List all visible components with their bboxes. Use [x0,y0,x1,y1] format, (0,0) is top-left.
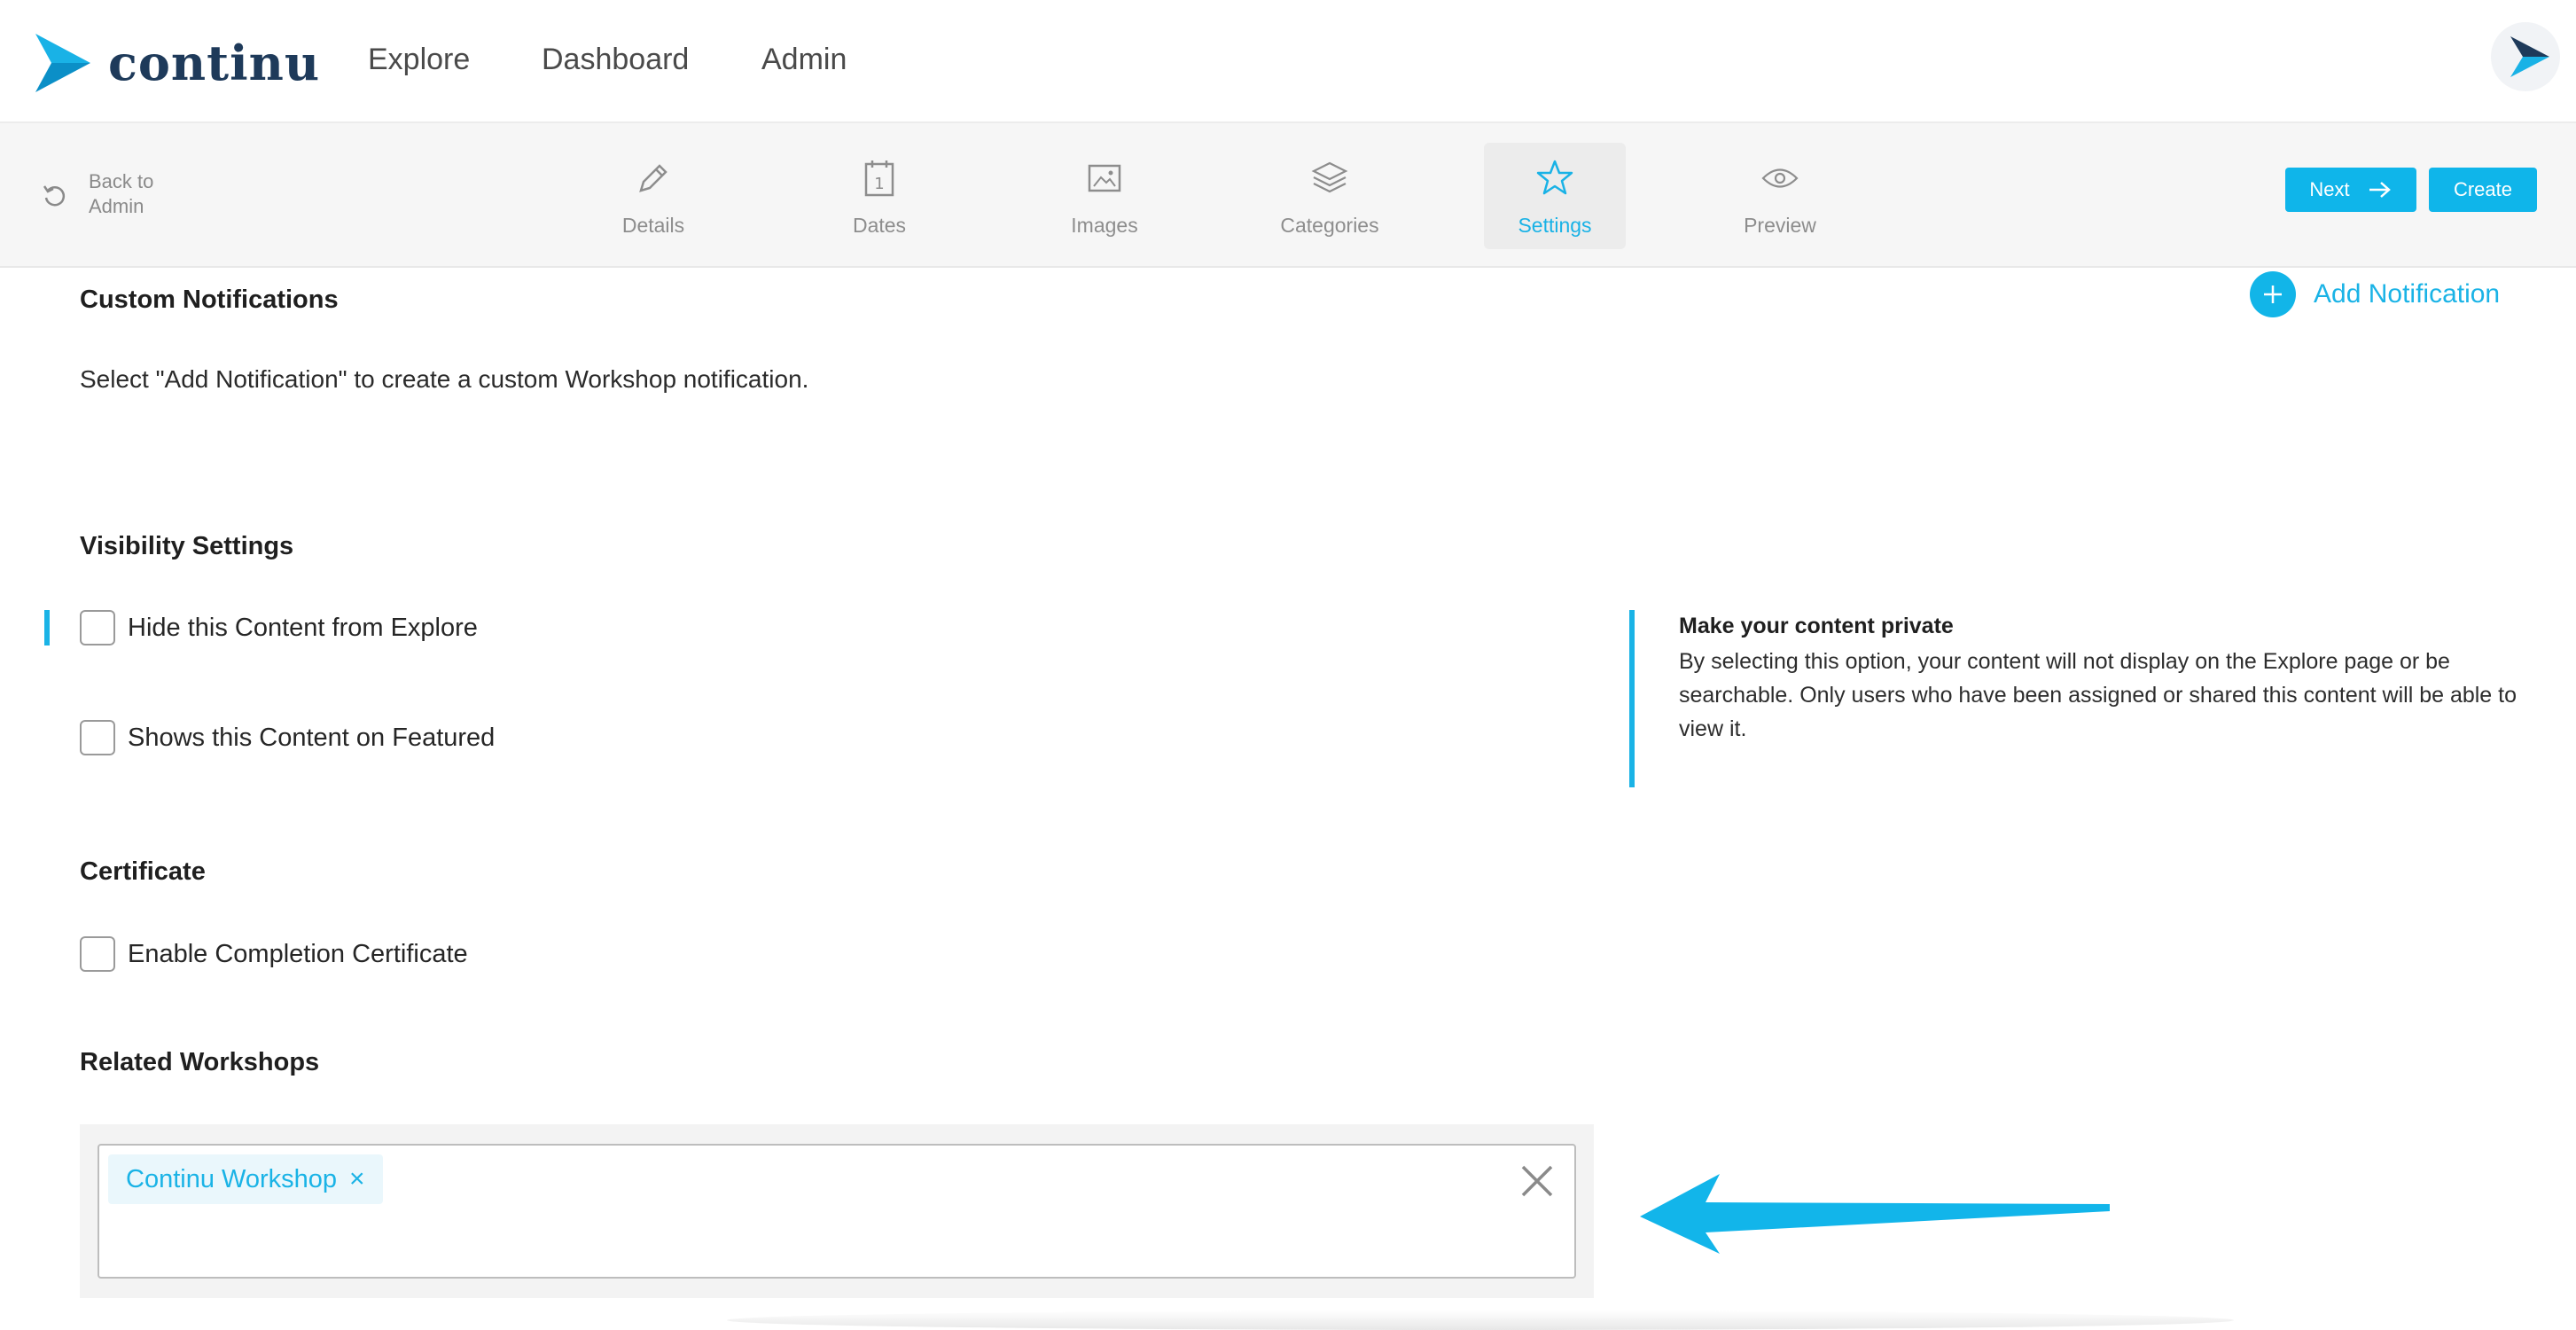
visibility-settings-heading: Visibility Settings [80,532,294,560]
step-dates-label: Dates [852,214,907,237]
top-navigation: continu Explore Dashboard Admin [0,0,2576,123]
user-avatar[interactable] [2491,22,2560,91]
image-icon [1088,164,1121,192]
bottom-shadow [727,1310,2234,1330]
step-bar: Back to Admin Details 1 Dates Images Cat… [0,123,2576,268]
create-button[interactable]: Create [2429,168,2537,212]
calendar-icon: 1 [864,160,894,197]
back-to-admin-label: Back to Admin [89,170,154,217]
hide-from-explore-option[interactable]: Hide this Content from Explore [80,610,478,645]
step-categories[interactable]: Categories [1259,143,1401,249]
private-content-info: Make your content private By selecting t… [1629,610,2525,787]
nav-link-explore[interactable]: Explore [368,43,470,77]
step-details[interactable]: Details [582,143,724,249]
show-on-featured-checkbox[interactable] [80,720,115,755]
notifications-helper-text: Select "Add Notification" to create a cu… [80,365,809,393]
next-button-label: Next [2309,178,2350,200]
focus-indicator [44,610,50,645]
completion-certificate-option[interactable]: Enable Completion Certificate [80,936,468,972]
step-categories-label: Categories [1280,214,1379,237]
step-preview[interactable]: Preview [1709,143,1851,249]
info-text: By selecting this option, your content w… [1679,649,2517,741]
clear-selection-icon[interactable] [1518,1162,1557,1201]
step-preview-label: Preview [1744,214,1816,237]
brand-logo[interactable]: continu [35,34,320,92]
continu-logo-icon [35,34,90,92]
selected-workshop-tag: Continu Workshop × [108,1154,383,1204]
plus-icon [2250,271,2296,317]
step-images[interactable]: Images [1034,143,1175,249]
star-icon [1536,160,1573,195]
add-notification-label: Add Notification [2314,279,2501,309]
step-dates[interactable]: 1 Dates [808,143,950,249]
certificate-heading: Certificate [80,857,206,886]
eye-icon [1761,168,1799,188]
nav-link-dashboard[interactable]: Dashboard [542,43,689,77]
custom-notifications-heading: Custom Notifications [80,286,339,314]
info-title: Make your content private [1679,614,1954,638]
related-workshops-container: Continu Workshop × [80,1124,1594,1298]
add-notification-button[interactable]: Add Notification [2250,271,2500,317]
related-workshops-heading: Related Workshops [80,1048,320,1076]
undo-icon [43,185,66,207]
selected-workshop-label: Continu Workshop [126,1164,338,1193]
layers-icon [1311,161,1348,193]
avatar-logo-icon [2510,36,2549,77]
pencil-icon [639,164,667,192]
brand-name: continu [108,35,321,91]
completion-certificate-label: Enable Completion Certificate [128,939,468,968]
step-details-label: Details [621,214,685,237]
hide-from-explore-label: Hide this Content from Explore [128,613,478,642]
completion-certificate-checkbox[interactable] [80,936,115,972]
annotation-arrow-icon [1640,1174,2110,1254]
related-workshops-select[interactable]: Continu Workshop × [98,1144,1576,1279]
back-to-admin-link[interactable]: Back to Admin [41,169,168,219]
step-settings[interactable]: Settings [1484,143,1626,249]
step-settings-label: Settings [1518,214,1592,237]
arrow-right-icon [2369,182,2391,198]
show-on-featured-option[interactable]: Shows this Content on Featured [80,720,495,755]
show-on-featured-label: Shows this Content on Featured [128,723,496,752]
step-images-label: Images [1071,214,1138,237]
remove-tag-icon[interactable]: × [349,1164,365,1194]
next-button[interactable]: Next [2285,168,2416,212]
hide-from-explore-checkbox[interactable] [80,610,115,645]
nav-link-admin[interactable]: Admin [761,43,847,77]
svg-text:1: 1 [874,175,884,193]
